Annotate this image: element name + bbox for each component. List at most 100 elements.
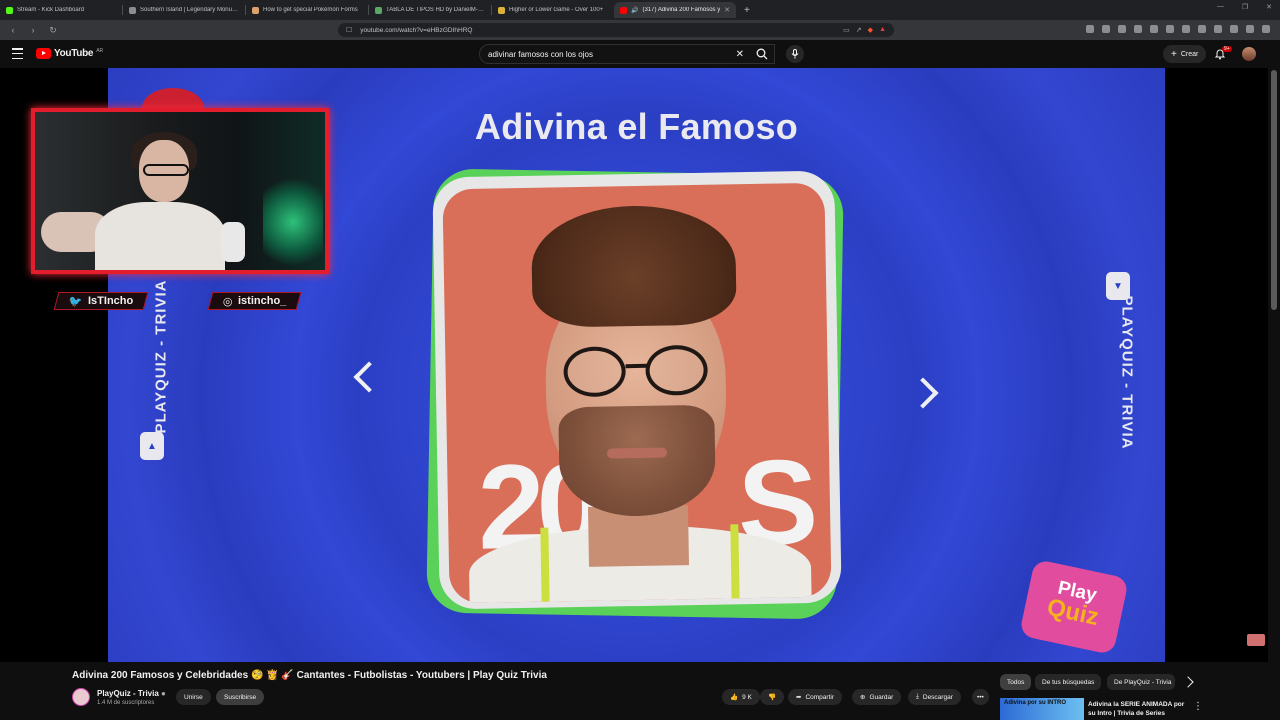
profile-icon[interactable] bbox=[1246, 25, 1254, 33]
bookmark-add-icon: ⊕ bbox=[860, 694, 866, 701]
brave-shield-icon[interactable]: ◆ bbox=[868, 26, 873, 34]
youtube-icon bbox=[620, 6, 627, 14]
more-actions-button[interactable]: ••• bbox=[972, 689, 989, 705]
browser-tab[interactable]: Stream - Kick Dashboard bbox=[0, 2, 122, 18]
extension-icon[interactable] bbox=[1166, 25, 1174, 33]
glasses-bridge bbox=[625, 363, 648, 369]
subscribe-button[interactable]: Suscribirse bbox=[216, 689, 265, 705]
browser-tab-strip: Stream - Kick Dashboard Southern Island … bbox=[0, 0, 1280, 20]
search-button[interactable] bbox=[748, 44, 776, 64]
download-icon[interactable] bbox=[1230, 25, 1238, 33]
subscriber-count: 1.4 M de suscriptores bbox=[97, 700, 155, 706]
toy-figure bbox=[221, 222, 245, 262]
miniplayer-icon[interactable] bbox=[1247, 634, 1265, 646]
hair bbox=[530, 204, 737, 328]
side-brand-text-right: PLAYQUIZ - TRIVIA bbox=[1118, 295, 1136, 450]
scrollbar-thumb[interactable] bbox=[1271, 70, 1277, 310]
extensions-bar bbox=[1086, 25, 1270, 33]
reload-icon[interactable]: ↻ bbox=[48, 25, 58, 36]
browser-tab-active[interactable]: 🔊 (317) Adivina 200 Famosos y ✕ bbox=[614, 2, 736, 18]
twitter-icon: 🐦 bbox=[69, 295, 83, 308]
clear-search-icon[interactable]: ✕ bbox=[736, 49, 744, 60]
site-icon bbox=[252, 6, 259, 14]
share-icon[interactable]: ↗ bbox=[856, 26, 862, 34]
menu-icon[interactable] bbox=[1262, 25, 1270, 33]
extension-icon[interactable] bbox=[1118, 25, 1126, 33]
back-icon[interactable]: ‹ bbox=[8, 25, 18, 35]
browser-toolbar: ‹ › ↻ ☐ youtube.com/watch?v=eHBzGDIhHRQ … bbox=[0, 20, 1280, 40]
chip-all[interactable]: Todos bbox=[1000, 674, 1032, 690]
youtube-header: YouTube AR adivinar famosos con los ojos… bbox=[0, 40, 1280, 68]
close-tab-icon[interactable]: ✕ bbox=[724, 6, 730, 14]
forward-icon[interactable]: › bbox=[28, 25, 38, 35]
celebrity-photo: 20 S bbox=[442, 182, 832, 604]
save-button[interactable]: ⊕ Guardar bbox=[852, 689, 902, 705]
youtube-logo[interactable]: YouTube AR bbox=[36, 48, 103, 59]
like-button[interactable]: 👍 9 K bbox=[722, 689, 760, 705]
voice-search-button[interactable] bbox=[786, 45, 804, 63]
chip-from-channel[interactable]: De PlayQuiz - Trivia bbox=[1107, 674, 1175, 690]
site-icon bbox=[375, 6, 382, 14]
address-bar-icons: ▭ ↗ ◆ ▲ bbox=[843, 26, 886, 34]
new-tab-icon[interactable]: + bbox=[744, 5, 750, 16]
address-bar[interactable]: ☐ youtube.com/watch?v=eHBzGDIhHRQ ▭ ↗ ◆ … bbox=[338, 23, 894, 37]
music-icon[interactable] bbox=[1182, 25, 1190, 33]
bookmark-icon[interactable]: ☐ bbox=[346, 26, 352, 34]
globe-icon bbox=[129, 6, 136, 14]
instagram-handle-badge: ◎ istincho_ bbox=[207, 292, 302, 310]
share-button[interactable]: ➦ Compartir bbox=[788, 689, 842, 705]
browser-tab[interactable]: TABLA DE TIPOS HD by DanielM-G o bbox=[369, 2, 491, 18]
browser-tab[interactable]: Higher or Lower Game - Over 100+ bbox=[492, 2, 614, 18]
suspender bbox=[730, 524, 740, 604]
recommended-title[interactable]: Adivina la SERIE ANIMADA por su Intro | … bbox=[1088, 700, 1188, 718]
dislike-button[interactable]: 👎 bbox=[760, 689, 785, 705]
create-button[interactable]: + Crear bbox=[1163, 45, 1207, 63]
more-horizontal-icon: ••• bbox=[977, 693, 984, 701]
hamburger-menu-icon[interactable] bbox=[12, 48, 23, 59]
microphone-icon bbox=[791, 49, 799, 59]
streamer-body bbox=[95, 202, 225, 270]
instagram-icon: ◎ bbox=[223, 295, 233, 308]
url-text[interactable]: youtube.com/watch?v=eHBzGDIhHRQ bbox=[360, 27, 472, 34]
search-input[interactable]: adivinar famosos con los ojos ✕ bbox=[479, 44, 775, 64]
suspender bbox=[540, 527, 550, 604]
cast-icon[interactable]: ▭ bbox=[843, 26, 850, 34]
channel-avatar[interactable] bbox=[72, 688, 90, 706]
speaker-icon[interactable]: 🔊 bbox=[631, 7, 638, 14]
extension-icon[interactable] bbox=[1134, 25, 1142, 33]
close-window-icon[interactable]: ✕ bbox=[1266, 3, 1272, 11]
playquiz-logo: Play Quiz bbox=[1018, 558, 1130, 656]
video-player[interactable]: Adivina el Famoso 20 S ▲ PLAYQUIZ - TRIV… bbox=[0, 68, 1280, 662]
notification-count-badge: 9+ bbox=[1222, 46, 1232, 52]
browser-tab[interactable]: Southern Island | Legendary Monum... bbox=[123, 2, 245, 18]
side-brand-text-left: PLAYQUIZ - TRIVIA bbox=[152, 279, 170, 434]
verified-icon: ● bbox=[161, 689, 166, 698]
sidebar-icon[interactable] bbox=[1198, 25, 1206, 33]
extension-icon[interactable] bbox=[1086, 25, 1094, 33]
recommended-thumbnail[interactable]: Adivina por su INTRO bbox=[1000, 698, 1084, 720]
wallet-icon[interactable] bbox=[1214, 25, 1222, 33]
join-button[interactable]: Unirse bbox=[176, 689, 211, 705]
download-button[interactable]: ⤓ Descargar bbox=[908, 689, 961, 705]
more-vertical-icon[interactable]: ⋮ bbox=[1193, 701, 1203, 712]
beard bbox=[558, 404, 717, 518]
streamer-glasses bbox=[143, 164, 189, 176]
mouth bbox=[606, 447, 668, 459]
previous-arrow-icon bbox=[353, 361, 385, 393]
plus-icon: + bbox=[1171, 48, 1177, 60]
restore-icon[interactable]: ❐ bbox=[1242, 3, 1248, 11]
kick-icon bbox=[6, 6, 13, 14]
chevron-right-icon[interactable] bbox=[1182, 676, 1194, 688]
extension-icon[interactable] bbox=[1150, 25, 1158, 33]
user-avatar[interactable] bbox=[1242, 47, 1256, 61]
channel-name[interactable]: PlayQuiz - Trivia ● bbox=[97, 689, 166, 698]
minimize-icon[interactable]: — bbox=[1217, 3, 1224, 11]
browser-tab[interactable]: How to get special Pokémon Forms bbox=[246, 2, 368, 18]
extension-icon[interactable] bbox=[1102, 25, 1110, 33]
next-arrow-icon bbox=[907, 377, 939, 409]
chip-from-searches[interactable]: De tus búsquedas bbox=[1035, 674, 1102, 690]
thumbs-down-icon: 👎 bbox=[768, 694, 777, 701]
arrow-up-icon: ▲ bbox=[140, 432, 164, 460]
rewards-icon[interactable]: ▲ bbox=[879, 26, 886, 34]
page-scrollbar[interactable] bbox=[1268, 68, 1280, 662]
